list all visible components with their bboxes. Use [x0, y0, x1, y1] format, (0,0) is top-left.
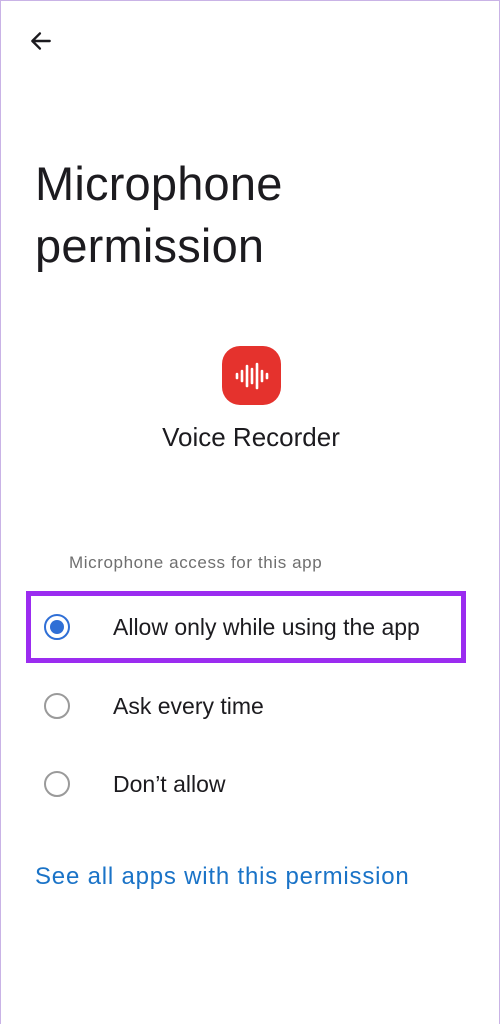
section-label: Microphone access for this app	[69, 553, 323, 572]
see-all-apps-link[interactable]: See all apps with this permission	[35, 863, 410, 891]
voice-recorder-app-icon	[222, 346, 281, 405]
waveform-icon	[235, 362, 268, 389]
option-label: Allow only while using the app	[113, 613, 420, 640]
permission-screen: Microphone permission Voice Recorder Mic…	[0, 0, 500, 1024]
option-dont-allow[interactable]: Don’t allow	[31, 753, 461, 815]
option-label: Ask every time	[113, 692, 264, 719]
option-allow-while-using[interactable]: Allow only while using the app	[26, 591, 466, 663]
radio-button[interactable]	[44, 693, 70, 719]
page-title: Microphone permission	[35, 157, 283, 272]
radio-button[interactable]	[44, 771, 70, 797]
option-label: Don’t allow	[113, 770, 226, 797]
app-name: Voice Recorder	[162, 422, 340, 452]
arrow-left-icon	[31, 32, 51, 50]
back-button[interactable]	[21, 23, 61, 59]
radio-button-selected[interactable]	[44, 614, 70, 640]
option-ask-every-time[interactable]: Ask every time	[31, 675, 461, 737]
